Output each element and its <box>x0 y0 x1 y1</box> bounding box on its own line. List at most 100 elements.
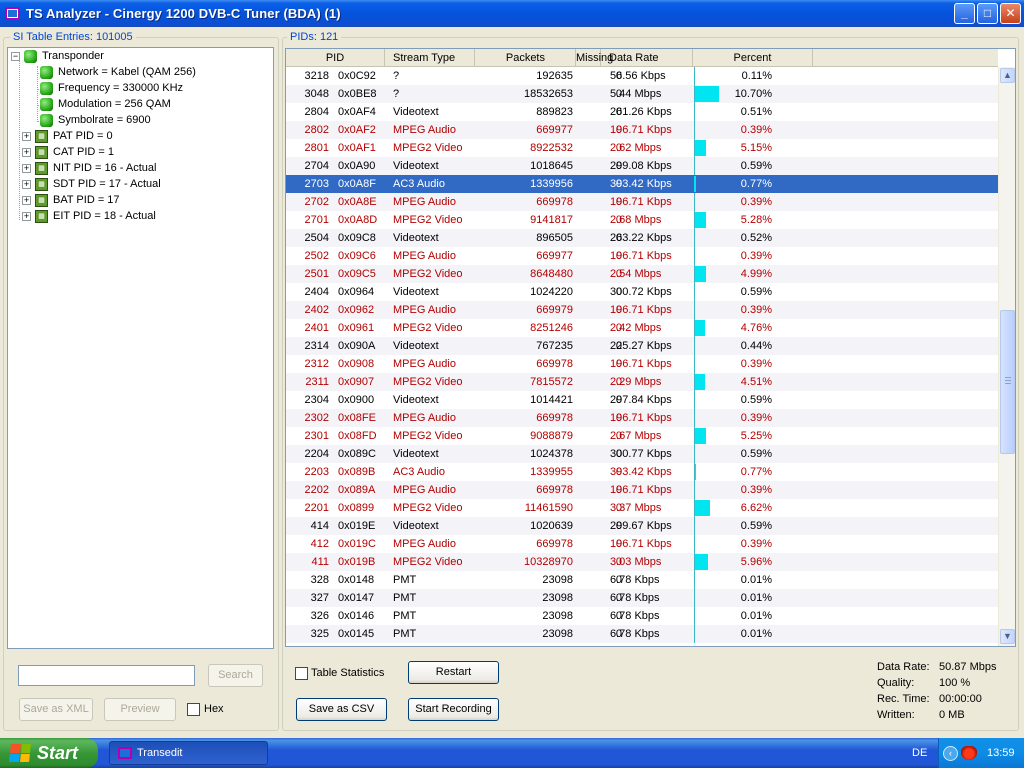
expand-icon[interactable]: + <box>22 179 31 189</box>
table-row[interactable]: 2701 0x0A8D MPEG2 Video 9141817 0 2.68 Mbps 5.… <box>286 211 998 229</box>
expand-icon[interactable]: + <box>22 163 31 173</box>
cell-data-rate: 3.03 Mbps <box>610 556 662 568</box>
start-recording-button[interactable]: Start Recording <box>408 698 499 721</box>
table-row[interactable]: 2201 0x0899 MPEG2 Video 11461590 0 3.37 Mbps 6… <box>286 499 998 517</box>
table-row[interactable]: 2801 0x0AF1 MPEG2 Video 8922532 0 2.62 Mbps 5.… <box>286 139 998 157</box>
cell-pid-hex: 0x09C6 <box>338 250 376 262</box>
table-row[interactable]: 3048 0x0BE8? 18532653 0 5.44 Mbps 10.70% <box>286 85 998 103</box>
table-row[interactable]: 2301 0x08FD MPEG2 Video 9088879 0 2.67 Mbps 5.… <box>286 427 998 445</box>
cell-percent: 0.01% <box>740 574 772 586</box>
start-button[interactable]: Start <box>0 738 98 768</box>
tree-item-nit[interactable]: + ▦ NIT PID = 16 - Actual <box>22 160 156 176</box>
table-row[interactable]: 2802 0x0AF2 MPEG Audio 669977 0 196.71 Kbps 0.… <box>286 121 998 139</box>
tray-app-icon[interactable] <box>961 746 977 760</box>
table-row[interactable]: 2704 0x0A90 Videotext 1018645 0 299.08 Kbps 0.… <box>286 157 998 175</box>
tree-item-symbolrate[interactable]: Symbolrate = 6900 <box>40 112 151 128</box>
table-row[interactable]: 414 0x019E Videotext 1020639 0 299.67 Kbps 0.5… <box>286 517 998 535</box>
pid-table-header: PID Stream Type Packets Missing Data Rat… <box>286 49 998 67</box>
table-row[interactable]: 2302 0x08FE MPEG Audio 669978 0 196.71 Kbps 0.… <box>286 409 998 427</box>
expand-icon[interactable]: + <box>22 131 31 141</box>
tree-item-sdt[interactable]: + ▦ SDT PID = 17 - Actual <box>22 176 161 192</box>
column-header-missing[interactable]: Missing <box>576 49 613 67</box>
tree-item-pat[interactable]: + ▦ PAT PID = 0 <box>22 128 113 144</box>
minimize-button[interactable]: _ <box>954 3 975 24</box>
table-row[interactable]: 2312 0x0908 MPEG Audio 669978 0 196.71 Kbps 0.… <box>286 355 998 373</box>
cell-packets: 889823 <box>536 106 573 118</box>
collapse-icon[interactable]: − <box>11 51 20 61</box>
column-header-pid[interactable]: PID <box>286 49 385 67</box>
cell-stream-type: Videotext <box>393 340 439 352</box>
maximize-button[interactable]: □ <box>977 3 998 24</box>
column-header-percent[interactable]: Percent <box>693 49 813 67</box>
title-bar[interactable]: TS Analyzer - Cinergy 1200 DVB-C Tuner (… <box>0 0 1024 27</box>
table-row[interactable]: 2314 0x090A Videotext 767235 0 225.27 Kbps 0.4… <box>286 337 998 355</box>
tree-item-frequency[interactable]: Frequency = 330000 KHz <box>40 80 183 96</box>
si-table-icon: ▦ <box>35 161 48 175</box>
column-header-stream-type[interactable]: Stream Type <box>385 49 475 67</box>
cell-data-rate: 196.71 Kbps <box>610 304 672 316</box>
table-row[interactable]: 2203 0x089B AC3 Audio 1339955 0 393.42 Kbps 0.… <box>286 463 998 481</box>
table-row[interactable]: 2402 0x0962 MPEG Audio 669979 0 196.71 Kbps 0.… <box>286 301 998 319</box>
cell-percent: 0.11% <box>741 70 772 82</box>
preview-button[interactable]: Preview <box>104 698 176 721</box>
expand-icon[interactable]: + <box>22 195 31 205</box>
scrollbar-thumb[interactable] <box>1000 310 1015 454</box>
table-row[interactable]: 327 0x0147 PMT 23098 0 6.78 Kbps 0.01% <box>286 589 998 607</box>
table-row[interactable]: 2401 0x0961 MPEG2 Video 8251246 0 2.42 Mbps 4.… <box>286 319 998 337</box>
vertical-scrollbar[interactable]: ▲ ▼ <box>998 67 1015 646</box>
search-input[interactable] <box>18 665 195 686</box>
table-row[interactable]: 2703 0x0A8F AC3 Audio 1339956 0 393.42 Kbps 0.… <box>286 175 998 193</box>
stat-label-written: Written: <box>877 709 915 721</box>
tree-root-transponder[interactable]: − Transponder <box>11 48 104 64</box>
pid-table[interactable]: PID Stream Type Packets Missing Data Rat… <box>285 48 1016 647</box>
table-row[interactable]: 2304 0x0900 Videotext 1014421 0 297.84 Kbps 0.… <box>286 391 998 409</box>
window-controls: _ □ ✕ <box>954 3 1021 24</box>
expand-icon[interactable]: + <box>22 211 31 221</box>
column-header-packets[interactable]: Packets <box>475 49 576 67</box>
language-indicator[interactable]: DE <box>912 747 927 759</box>
column-header-data-rate[interactable]: Data Rate <box>601 49 693 67</box>
table-row[interactable]: 2504 0x09C8 Videotext 896505 0 263.22 Kbps 0.5… <box>286 229 998 247</box>
tree-item-network[interactable]: Network = Kabel (QAM 256) <box>40 64 196 80</box>
tree-item-cat[interactable]: + ▦ CAT PID = 1 <box>22 144 114 160</box>
cell-pid-hex: 0x0147 <box>338 592 375 604</box>
tree-item-bat[interactable]: + ▦ BAT PID = 17 <box>22 192 120 208</box>
table-row[interactable]: 2804 0x0AF4 Videotext 889823 0 261.26 Kbps 0.5… <box>286 103 998 121</box>
show-hidden-icons-icon[interactable]: ‹ <box>943 745 958 761</box>
cell-packets: 669978 <box>536 538 573 550</box>
table-row[interactable]: 2204 0x089C Videotext 1024378 0 300.77 Kbps 0.… <box>286 445 998 463</box>
cell-pid-hex: 0x089B <box>338 466 376 478</box>
tree-item-eit[interactable]: + ▦ EIT PID = 18 - Actual <box>22 208 156 224</box>
si-tree[interactable]: − Transponder Network = Kabel (QAM 256) … <box>7 47 274 649</box>
table-row[interactable]: 3218 0x0C92? 192635 0 56.56 Kbps 0.11% <box>286 67 998 85</box>
table-row[interactable]: 411 0x019B MPEG2 Video 10328970 0 3.03 Mbps 5.… <box>286 553 998 571</box>
table-row[interactable]: 326 0x0146 PMT 23098 0 6.78 Kbps 0.01% <box>286 607 998 625</box>
tree-item-modulation[interactable]: Modulation = 256 QAM <box>40 96 171 112</box>
table-row[interactable]: 2202 0x089A MPEG Audio 669978 0 196.71 Kbps 0.… <box>286 481 998 499</box>
cell-pid-hex: 0x0962 <box>338 304 375 316</box>
scroll-down-icon[interactable]: ▼ <box>1000 629 1015 644</box>
table-row[interactable]: 325 0x0145 PMT 23098 0 6.78 Kbps 0.01% <box>286 625 998 643</box>
table-row[interactable]: 2501 0x09C5 MPEG2 Video 8648480 0 2.54 Mbps 4.… <box>286 265 998 283</box>
table-statistics-checkbox[interactable] <box>295 667 308 680</box>
table-row[interactable]: 2702 0x0A8E MPEG Audio 669978 0 196.71 Kbps 0.… <box>286 193 998 211</box>
table-row[interactable]: 328 0x0148 PMT 23098 0 6.78 Kbps 0.01% <box>286 571 998 589</box>
tree-connector <box>37 66 38 122</box>
restart-button[interactable]: Restart <box>408 661 499 684</box>
hex-checkbox[interactable] <box>187 703 200 716</box>
save-as-xml-button[interactable]: Save as XML <box>19 698 93 721</box>
si-table-icon: ▦ <box>35 177 48 191</box>
table-row[interactable]: 2311 0x0907 MPEG2 Video 7815572 0 2.29 Mbps 4.… <box>286 373 998 391</box>
expand-icon[interactable]: + <box>22 147 31 157</box>
table-row[interactable]: 2502 0x09C6 MPEG Audio 669977 0 196.71 Kbps 0.… <box>286 247 998 265</box>
table-row[interactable]: 2404 0x0964 Videotext 1024220 0 300.72 Kbps 0.… <box>286 283 998 301</box>
save-as-csv-button[interactable]: Save as CSV <box>296 698 387 721</box>
cell-packets: 1018645 <box>530 160 573 172</box>
cell-stream-type: Videotext <box>393 160 439 172</box>
taskbar-item-transedit[interactable]: Transedit <box>109 741 268 765</box>
scroll-up-icon[interactable]: ▲ <box>1000 68 1015 83</box>
search-button[interactable]: Search <box>208 664 263 687</box>
close-button[interactable]: ✕ <box>1000 3 1021 24</box>
table-row[interactable]: 412 0x019C MPEG Audio 669978 0 196.71 Kbps 0.3… <box>286 535 998 553</box>
cell-data-rate: 2.67 Mbps <box>610 430 662 442</box>
